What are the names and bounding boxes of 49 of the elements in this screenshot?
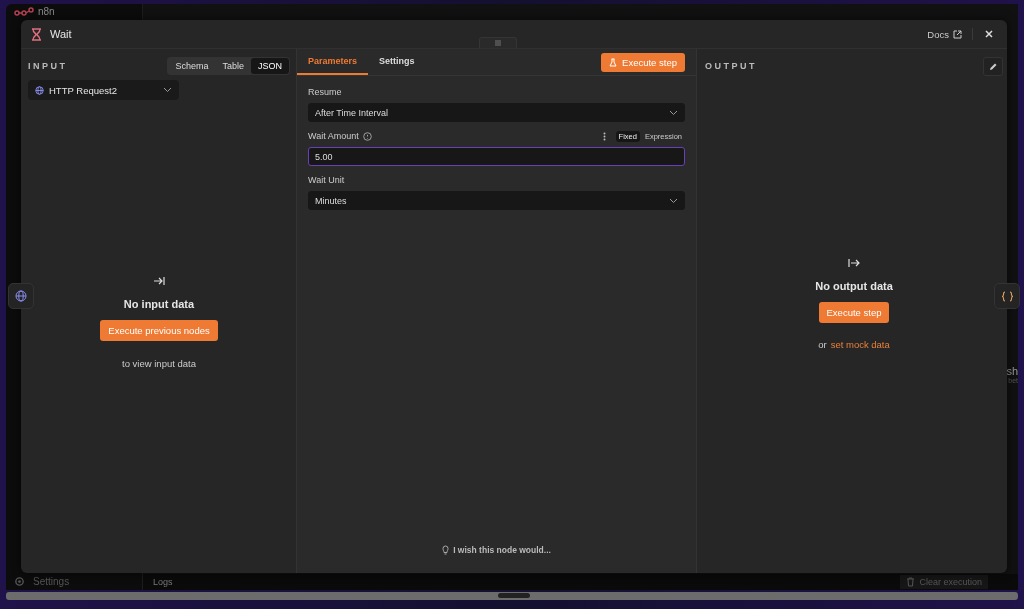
close-icon <box>985 30 993 38</box>
field-label: Wait Unit <box>308 175 345 185</box>
empty-hint: to view input data <box>122 358 196 369</box>
chevron-down-icon <box>163 87 172 93</box>
scrollbar-thumb[interactable] <box>498 593 530 598</box>
empty-title: No output data <box>815 280 893 292</box>
panel-tab[interactable]: Parameters <box>297 49 369 75</box>
docs-link[interactable]: Docs <box>927 28 962 40</box>
logs-label: Logs <box>153 577 174 587</box>
view-tab[interactable]: Table <box>215 58 251 74</box>
chevron-down-icon <box>669 109 678 116</box>
arrow-from-line-icon <box>848 258 860 268</box>
dialog-title: Wait <box>50 28 72 40</box>
code-braces-button[interactable] <box>994 283 1020 309</box>
panel-heading: OUTPUT <box>705 61 757 71</box>
lightbulb-icon <box>442 545 450 555</box>
external-link-icon <box>953 29 962 39</box>
number-field[interactable]: 5.00 <box>308 147 685 166</box>
select-field[interactable]: After Time Interval <box>308 103 685 122</box>
drag-handle-icon[interactable] <box>479 37 517 48</box>
canvas-text: sh <box>1006 364 1018 377</box>
globe-icon <box>15 290 27 302</box>
field-label: Resume <box>308 87 342 97</box>
view-tab[interactable]: Schema <box>168 58 216 74</box>
pencil-icon <box>988 61 998 71</box>
panel-tab[interactable]: Settings <box>368 49 426 75</box>
mock-prefix: or <box>818 339 827 350</box>
node-select[interactable]: HTTP Request2 <box>28 80 179 100</box>
field-label: Wait Amount <box>308 131 359 141</box>
globe-button[interactable] <box>8 283 34 309</box>
set-mock-data-link[interactable]: set mock data <box>830 339 890 350</box>
empty-title: No input data <box>123 298 195 310</box>
globe-icon <box>35 85 44 95</box>
hourglass-icon <box>31 27 42 41</box>
braces-icon <box>1000 290 1014 302</box>
flask-icon <box>609 57 618 67</box>
close-button[interactable] <box>983 28 995 40</box>
gear-icon <box>14 576 25 587</box>
panel-heading: INPUT <box>28 61 68 71</box>
logo-icon <box>14 6 34 17</box>
feedback-link[interactable]: I wish this node would... <box>442 545 551 555</box>
trash-icon <box>906 577 916 587</box>
app-logo-text: n8n <box>38 6 55 17</box>
arrow-to-line-icon <box>153 276 165 286</box>
edit-button[interactable] <box>983 56 1003 76</box>
chevron-down-icon <box>669 197 678 204</box>
more-options-icon[interactable] <box>602 131 606 141</box>
select-field[interactable]: Minutes <box>308 191 685 210</box>
view-tab[interactable]: JSON <box>251 58 289 74</box>
